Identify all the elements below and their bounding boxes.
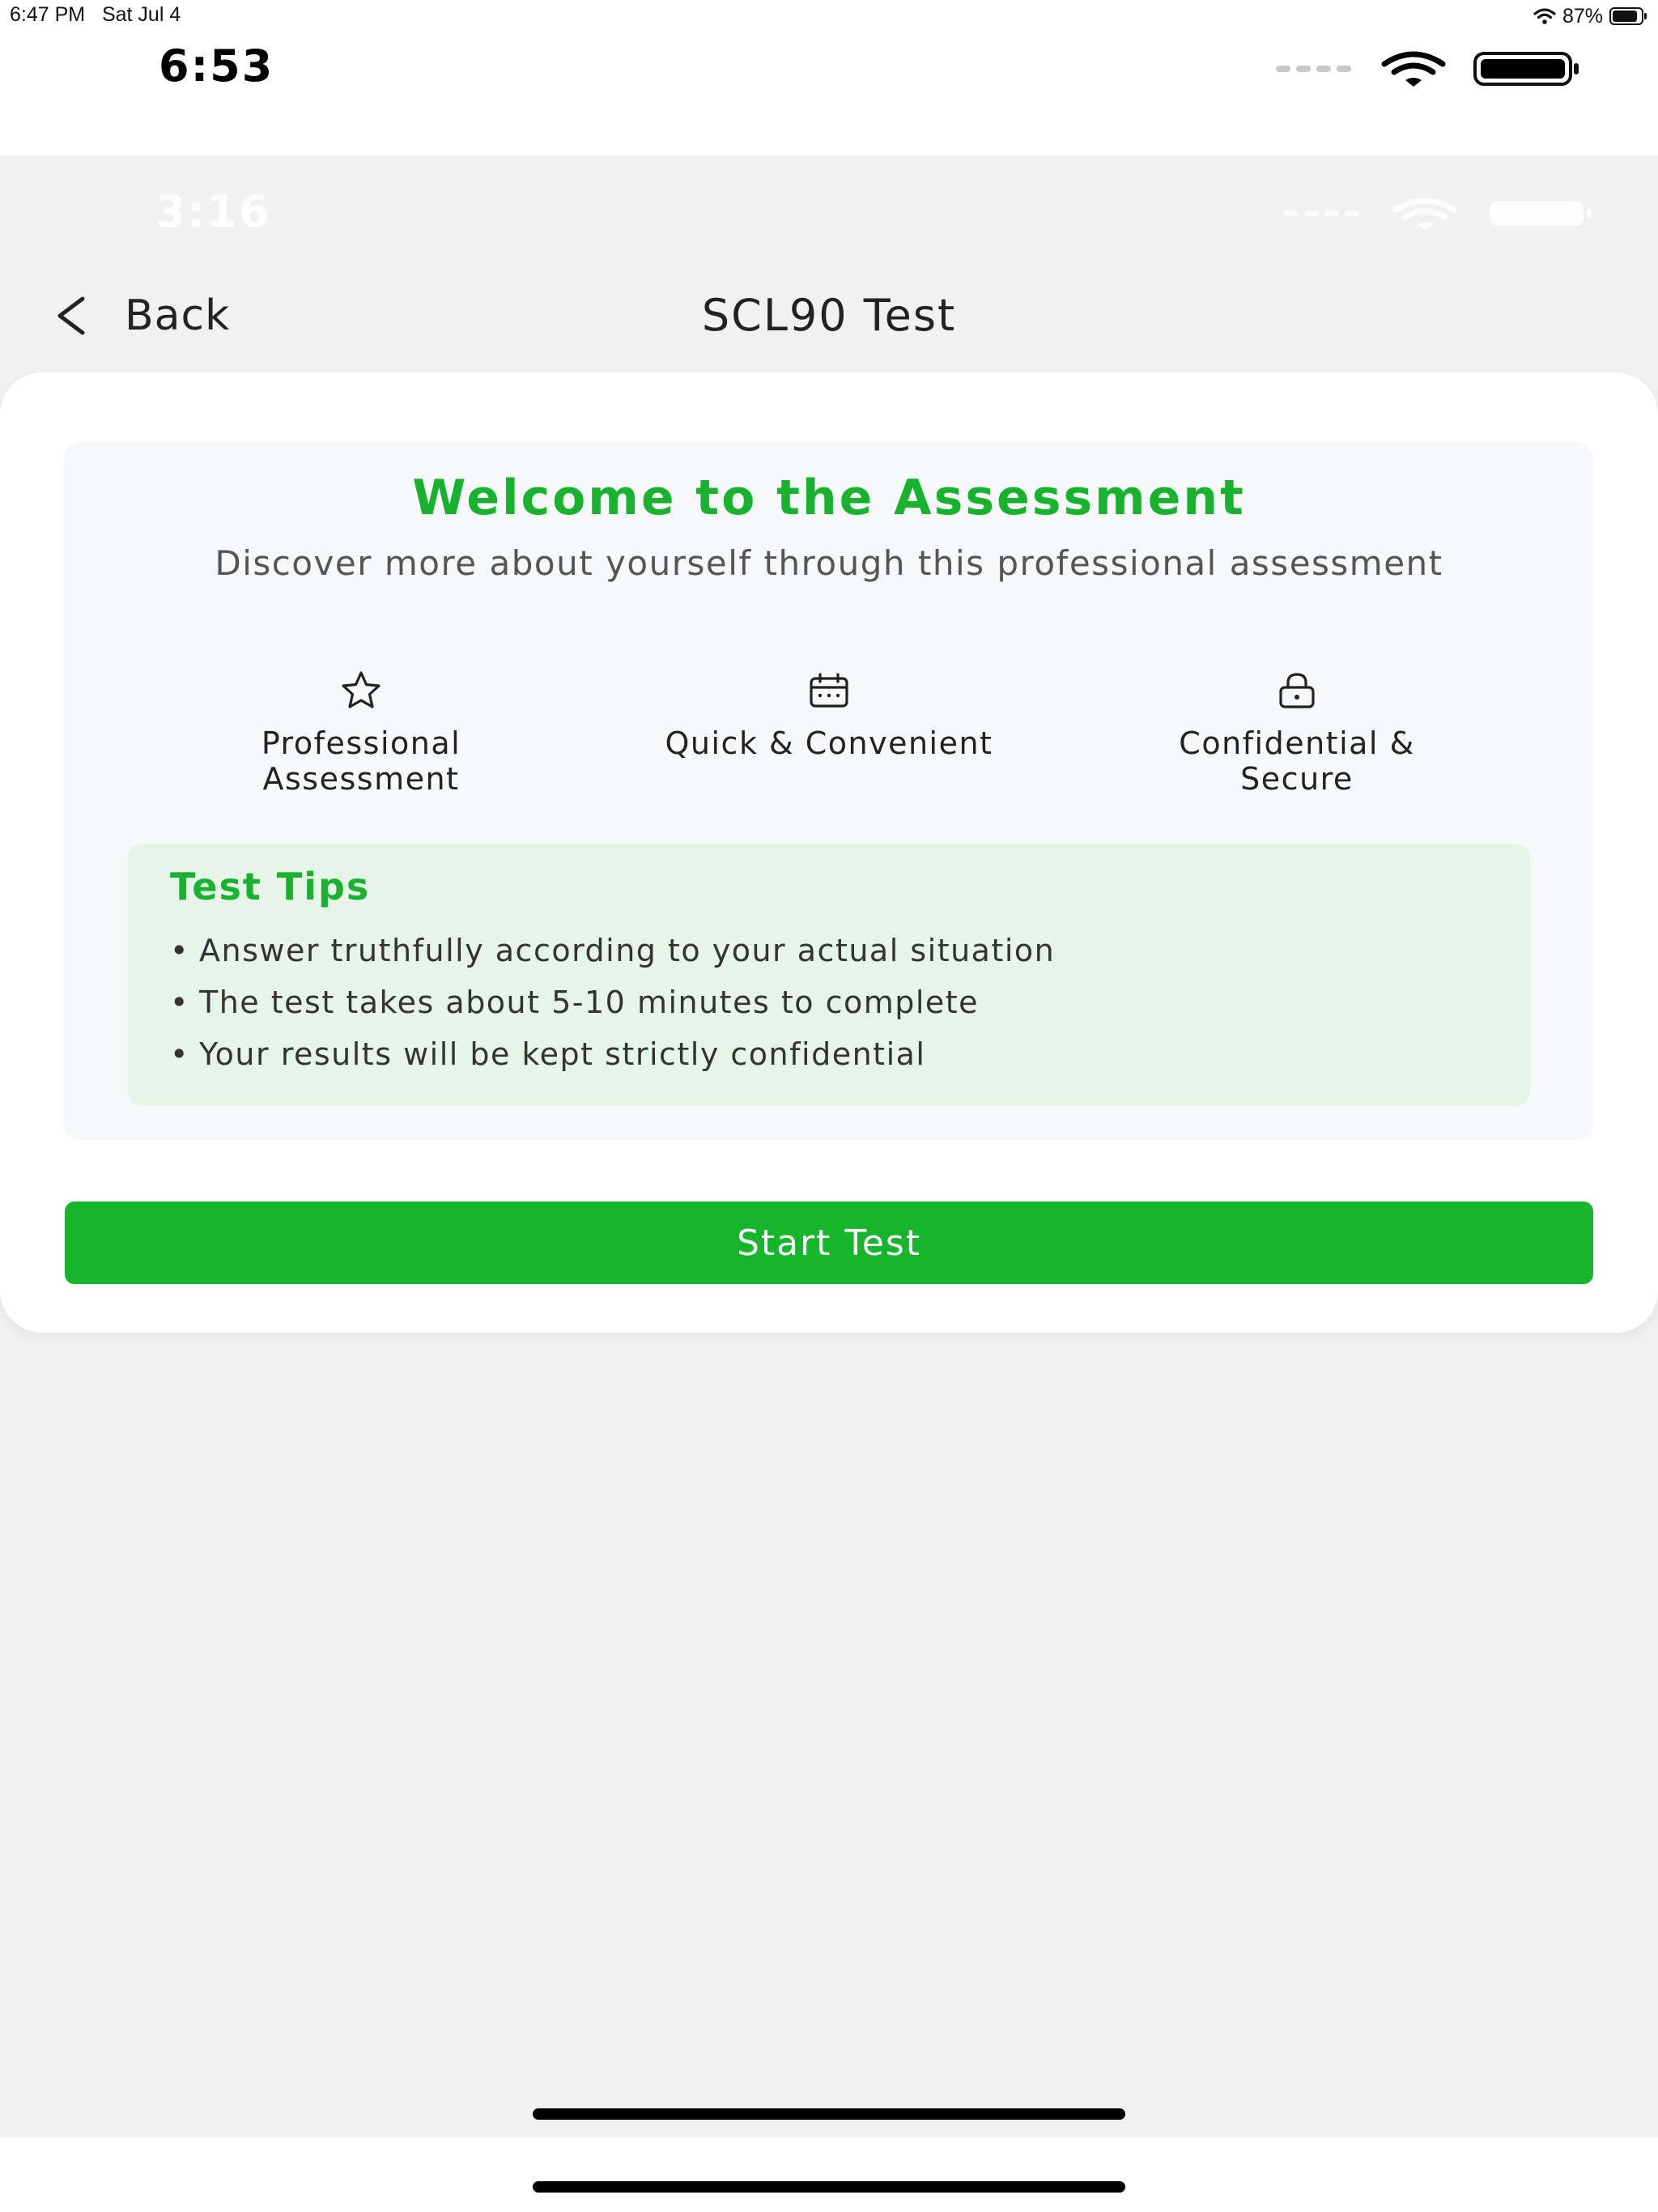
tip-text: Answer truthfully according to your actu… [199, 933, 1056, 968]
welcome-subtitle: Discover more about yourself through thi… [215, 543, 1443, 583]
home-indicator[interactable] [533, 2181, 1125, 2193]
battery-icon [1609, 7, 1647, 25]
feature-label: Confidential & Secure [1179, 725, 1415, 797]
ipad-time-text: 6:47 PM [10, 3, 86, 26]
start-test-button[interactable]: Start Test [65, 1202, 1593, 1284]
faded-clock: 3:16 [155, 186, 271, 237]
ipad-clock: 6:47 PM Sat Jul 4 [10, 3, 181, 27]
feature-label: Professional Assessment [261, 725, 461, 797]
faded-status-icons [1284, 198, 1593, 230]
battery-percent: 87% [1562, 4, 1603, 28]
signal-dots-icon [1276, 66, 1351, 72]
ipad-date-text: Sat Jul 4 [101, 3, 181, 26]
tips-list: • Answer truthfully according to your act… [170, 925, 1498, 1080]
list-item: • Answer truthfully according to your act… [170, 933, 1056, 968]
tips-title: Test Tips [170, 865, 371, 908]
app-status-icons [1276, 49, 1580, 89]
page-title: SCL90 Test [701, 290, 957, 341]
calendar-icon [806, 670, 852, 711]
wifi-icon [1381, 51, 1446, 87]
list-item: • The test takes about 5-10 minutes to co… [170, 985, 980, 1020]
bottom-bar [0, 2138, 1658, 2212]
star-icon [338, 670, 384, 711]
wifi-icon [1533, 8, 1556, 24]
list-item: • Your results will be kept strictly conf… [170, 1036, 926, 1072]
feature-label: Quick & Convenient [665, 725, 993, 761]
welcome-title: Welcome to the Assessment [412, 470, 1246, 526]
back-button[interactable]: Back [53, 283, 230, 348]
feature-professional: Professional Assessment [110, 670, 612, 797]
chevron-left-icon [57, 296, 85, 335]
feature-confidential: Confidential & Secure [1046, 670, 1548, 797]
ipad-system-indicators: 87% [1533, 3, 1648, 29]
ipad-status-bar [0, 0, 1658, 32]
app-clock: 6:53 [159, 40, 274, 91]
wifi-icon [1392, 198, 1457, 230]
lock-icon [1274, 670, 1320, 711]
feature-quick: Quick & Convenient [578, 670, 1080, 761]
tip-text: The test takes about 5-10 minutes to com… [199, 985, 980, 1020]
signal-dots-icon [1284, 211, 1359, 216]
battery-icon [1473, 52, 1579, 86]
home-indicator[interactable] [533, 2108, 1125, 2120]
battery-icon [1490, 202, 1592, 226]
tip-text: Your results will be kept strictly confi… [199, 1036, 926, 1072]
back-label: Back [125, 291, 231, 340]
